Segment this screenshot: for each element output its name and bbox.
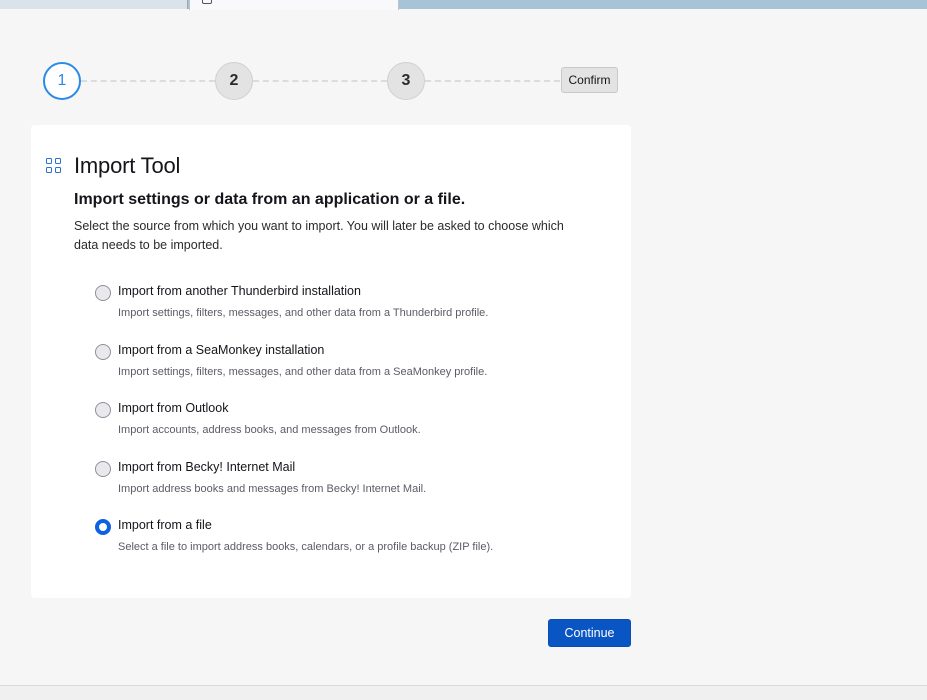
step-2: 2 (215, 62, 253, 100)
card-header: Import Tool (46, 153, 180, 179)
step-confirm: Confirm (561, 67, 618, 93)
option-label[interactable]: Import from a file (118, 518, 212, 532)
step-connector (425, 80, 560, 82)
radio-becky[interactable] (95, 460, 111, 477)
option-thunderbird[interactable]: Import from another Thunderbird installa… (95, 283, 615, 342)
option-becky[interactable]: Import from Becky! Internet Mail Import … (95, 459, 615, 518)
option-file[interactable]: Import from a file Select a file to impo… (95, 517, 615, 576)
option-label[interactable]: Import from Becky! Internet Mail (118, 460, 295, 474)
option-description: Import accounts, address books, and mess… (118, 424, 421, 436)
import-card: Import Tool Import settings or data from… (31, 125, 631, 598)
step-3: 3 (387, 62, 425, 100)
step-connector (81, 80, 215, 82)
option-description: Select a file to import address books, c… (118, 541, 494, 553)
radio-outlook[interactable] (95, 402, 111, 418)
option-seamonkey[interactable]: Import from a SeaMonkey installation Imp… (95, 342, 615, 401)
option-label[interactable]: Import from a SeaMonkey installation (118, 343, 324, 357)
card-description: Select the source from which you want to… (74, 219, 564, 252)
option-description: Import address books and messages from B… (118, 482, 427, 495)
status-bar (0, 685, 927, 700)
import-source-options: Import from another Thunderbird installa… (95, 283, 615, 576)
option-label[interactable]: Import from Outlook (118, 401, 228, 415)
step-1: 1 (43, 62, 81, 100)
page-title: Import Tool (74, 153, 181, 178)
radio-seamonkey[interactable] (95, 343, 111, 360)
radio-file[interactable] (95, 519, 111, 535)
option-description: Import settings, filters, messages, and … (118, 307, 489, 319)
option-label[interactable]: Import from another Thunderbird installa… (118, 284, 361, 298)
option-description: Import settings, filters, messages, and … (118, 365, 488, 378)
option-outlook[interactable]: Import from Outlook Import accounts, add… (95, 400, 615, 459)
grid-icon (46, 158, 62, 174)
step-connector (253, 80, 387, 82)
card-subtitle: Import settings or data from an applicat… (74, 191, 466, 208)
import-stepper: 1 2 3 Confirm (0, 0, 927, 120)
radio-thunderbird[interactable] (95, 285, 111, 301)
continue-button[interactable]: Continue (548, 619, 631, 647)
